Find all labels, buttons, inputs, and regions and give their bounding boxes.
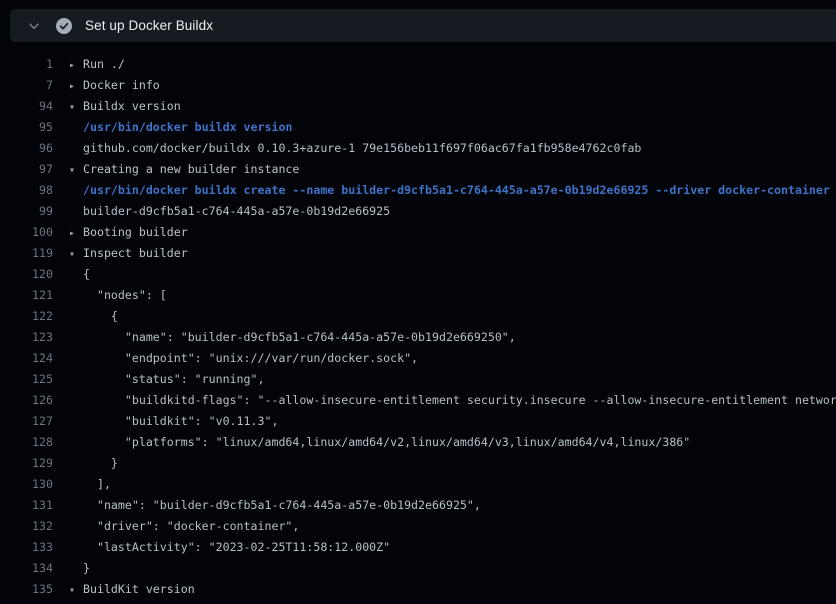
line-number[interactable]: 97: [0, 159, 53, 180]
log-line: 123 "name": "builder-d9cfb5a1-c764-445a-…: [0, 327, 836, 348]
log-line: 133 "lastActivity": "2023-02-25T11:58:12…: [0, 537, 836, 558]
line-number[interactable]: 128: [0, 432, 53, 453]
line-number[interactable]: 124: [0, 348, 53, 369]
log-line: 120 {: [0, 264, 836, 285]
line-number[interactable]: 7: [0, 75, 53, 96]
line-number[interactable]: 135: [0, 579, 53, 600]
log-text: builder-d9cfb5a1-c764-445a-a57e-0b19d2e6…: [83, 204, 390, 218]
log-line: 100 ▸Booting builder: [0, 222, 836, 243]
chevron-collapsed-icon[interactable]: ▸: [69, 223, 83, 244]
chevron-collapsed-icon[interactable]: ▸: [69, 76, 83, 97]
line-number[interactable]: 120: [0, 264, 53, 285]
log-text: "lastActivity": "2023-02-25T11:58:12.000…: [83, 540, 390, 554]
log-text: "name": "builder-d9cfb5a1-c764-445a-a57e…: [83, 330, 516, 344]
line-number[interactable]: 123: [0, 327, 53, 348]
line-number[interactable]: 134: [0, 558, 53, 579]
check-circle-icon: [56, 18, 72, 34]
log-line: 131 "name": "builder-d9cfb5a1-c764-445a-…: [0, 495, 836, 516]
log-text: "driver": "docker-container",: [83, 519, 299, 533]
log-line: 128 "platforms": "linux/amd64,linux/amd6…: [0, 432, 836, 453]
chevron-down-icon[interactable]: [26, 18, 42, 34]
step-header[interactable]: Set up Docker Buildx: [10, 9, 836, 42]
log-line: 97 ▾Creating a new builder instance: [0, 159, 836, 180]
log-text: github.com/docker/buildx 0.10.3+azure-1 …: [83, 141, 641, 155]
group-title[interactable]: BuildKit version: [83, 582, 195, 596]
log-line: 130 ],: [0, 474, 836, 495]
group-title[interactable]: Docker info: [83, 78, 160, 92]
line-number[interactable]: 125: [0, 369, 53, 390]
line-number[interactable]: 96: [0, 138, 53, 159]
log-text: "nodes": [: [83, 288, 167, 302]
line-number[interactable]: 122: [0, 306, 53, 327]
line-number[interactable]: 121: [0, 285, 53, 306]
log-line: 121 "nodes": [: [0, 285, 836, 306]
group-title[interactable]: Run ./: [83, 57, 125, 71]
log-line: 125 "status": "running",: [0, 369, 836, 390]
line-number[interactable]: 99: [0, 201, 53, 222]
log-viewer: 1▸Run ./7▸Docker info94▾Buildx version95…: [0, 42, 836, 604]
log-text: "endpoint": "unix:///var/run/docker.sock…: [83, 351, 418, 365]
line-number[interactable]: 95: [0, 117, 53, 138]
line-number[interactable]: 126: [0, 390, 53, 411]
log-text: ],: [83, 477, 111, 491]
line-number[interactable]: 94: [0, 96, 53, 117]
line-number[interactable]: 1: [0, 54, 53, 75]
log-text: }: [83, 456, 118, 470]
line-number[interactable]: 133: [0, 537, 53, 558]
log-text: "status": "running",: [83, 372, 264, 386]
log-line: 129 }: [0, 453, 836, 474]
group-title[interactable]: Booting builder: [83, 225, 188, 239]
chevron-expanded-icon[interactable]: ▾: [69, 97, 83, 118]
log-line: 98/usr/bin/docker buildx create --name b…: [0, 180, 836, 201]
group-title[interactable]: Inspect builder: [83, 246, 188, 260]
log-text: {: [83, 309, 118, 323]
log-line: 1 ▸Run ./: [0, 54, 836, 75]
line-number[interactable]: 129: [0, 453, 53, 474]
log-text: "buildkit": "v0.11.3",: [83, 414, 278, 428]
log-text: "name": "builder-d9cfb5a1-c764-445a-a57e…: [83, 498, 481, 512]
log-line: 132 "driver": "docker-container",: [0, 516, 836, 537]
log-line: 119 ▾Inspect builder: [0, 243, 836, 264]
line-number[interactable]: 132: [0, 516, 53, 537]
line-number[interactable]: 127: [0, 411, 53, 432]
chevron-collapsed-icon[interactable]: ▸: [69, 55, 83, 76]
log-line: 124 "endpoint": "unix:///var/run/docker.…: [0, 348, 836, 369]
log-text: "buildkitd-flags": "--allow-insecure-ent…: [83, 393, 836, 407]
log-line: 7 ▸Docker info: [0, 75, 836, 96]
log-line: 127 "buildkit": "v0.11.3",: [0, 411, 836, 432]
line-number[interactable]: 131: [0, 495, 53, 516]
group-title[interactable]: Buildx version: [83, 99, 181, 113]
log-text: "platforms": "linux/amd64,linux/amd64/v2…: [83, 435, 690, 449]
log-line: 126 "buildkitd-flags": "--allow-insecure…: [0, 390, 836, 411]
command-text: /usr/bin/docker buildx version: [83, 120, 292, 134]
line-number[interactable]: 130: [0, 474, 53, 495]
chevron-expanded-icon[interactable]: ▾: [69, 160, 83, 181]
log-line: 134}: [0, 558, 836, 579]
log-line: 99 builder-d9cfb5a1-c764-445a-a57e-0b19d2…: [0, 201, 836, 222]
log-line: 122 {: [0, 306, 836, 327]
log-line: 96 github.com/docker/buildx 0.10.3+azure-…: [0, 138, 836, 159]
log-text: {: [83, 267, 90, 281]
line-number[interactable]: 136: [0, 600, 53, 604]
command-text: /usr/bin/docker buildx create --name bui…: [83, 183, 830, 197]
step-title: Set up Docker Buildx: [85, 18, 213, 33]
line-number[interactable]: 98: [0, 180, 53, 201]
line-number[interactable]: 119: [0, 243, 53, 264]
log-line: 136builder-d9cfb5a1-c764-445a-a57e-0b19d…: [0, 600, 836, 604]
chevron-expanded-icon[interactable]: ▾: [69, 244, 83, 265]
group-title[interactable]: Creating a new builder instance: [83, 162, 299, 176]
line-number[interactable]: 100: [0, 222, 53, 243]
log-line: 135 ▾BuildKit version: [0, 579, 836, 600]
chevron-expanded-icon[interactable]: ▾: [69, 580, 83, 601]
log-text: }: [83, 561, 90, 575]
log-line: 95/usr/bin/docker buildx version: [0, 117, 836, 138]
log-line: 94 ▾Buildx version: [0, 96, 836, 117]
